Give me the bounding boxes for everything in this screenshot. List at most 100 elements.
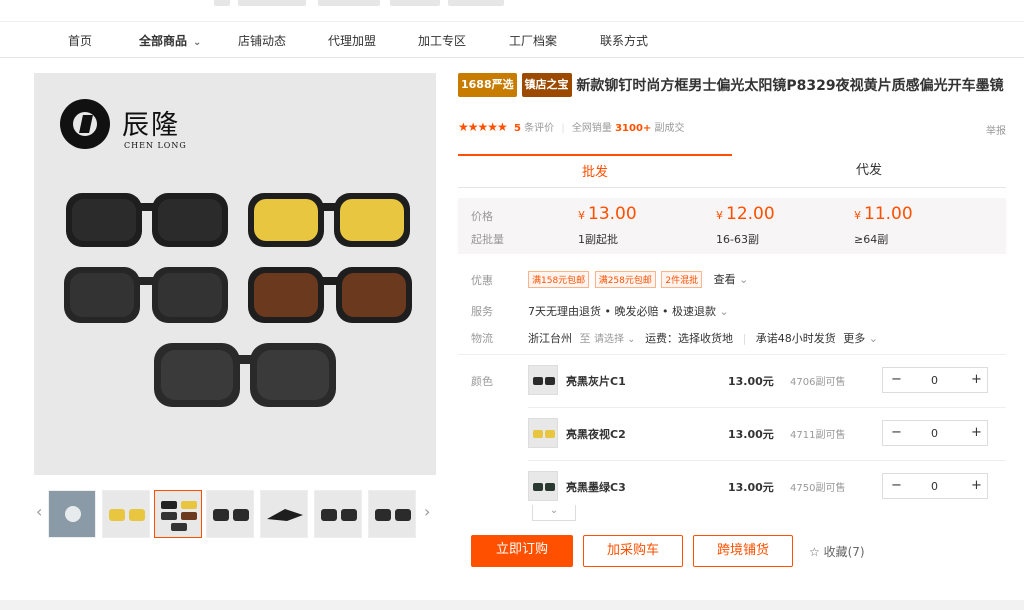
thumbnail-angle[interactable]: [260, 490, 308, 538]
tab-dropship[interactable]: 代发: [732, 154, 1006, 188]
top-link-placeholder[interactable]: [238, 0, 306, 6]
sku-stock: 4706副可售: [790, 377, 846, 388]
add-to-cart-button[interactable]: 加采购车: [583, 535, 683, 567]
minus-button[interactable]: −: [891, 425, 902, 440]
favorite-button[interactable]: ☆ 收藏(7): [809, 543, 865, 560]
destination-select[interactable]: 请选择 ⌄: [594, 334, 636, 345]
qty-tier-2: 16-63副: [716, 233, 759, 246]
logistics-row: 物流 浙江台州 至 请选择 ⌄ 运费：选择收货地 | 承诺48小时发货 更多 ⌄: [471, 332, 878, 345]
main-product-image[interactable]: 辰隆 CHEN LONG: [34, 73, 436, 475]
sku-name: 亮黑夜视C2: [566, 428, 626, 441]
top-strip: [0, 0, 1024, 22]
tab-wholesale[interactable]: 批发: [458, 154, 732, 188]
service-text[interactable]: 7天无理由退货 • 晚发必赔 • 极速退款 ⌄: [528, 303, 729, 319]
brand-name-en: CHEN LONG: [124, 141, 187, 150]
nav-home[interactable]: 首页: [68, 32, 92, 49]
sku-row: 亮黑灰片C1 13.00元 4706副可售 − 0 +: [528, 355, 1006, 408]
star-outline-icon: ☆: [809, 545, 820, 559]
thumbnail-black[interactable]: [206, 490, 254, 538]
product-title: 1688严选 镇店之宝 新款铆钉时尚方框男士偏光太阳镜P8329夜视黄片质感偏光…: [458, 73, 1006, 97]
quantity-stepper: − 0 +: [882, 473, 988, 499]
price-tier-2: ¥12.00: [716, 204, 775, 224]
play-icon: [65, 506, 81, 522]
quantity-stepper: − 0 +: [882, 367, 988, 393]
price-tier-3: ¥11.00: [854, 204, 913, 224]
logistics-more[interactable]: 更多 ⌄: [843, 332, 878, 345]
chevron-down-icon: ⌄: [735, 273, 749, 286]
color-label: 颜色: [471, 375, 493, 388]
nav-contact[interactable]: 联系方式: [600, 32, 648, 49]
sku-row: 亮黑墨绿C3 13.00元 4750副可售 − 0 +: [528, 461, 1006, 514]
price-label: 价格: [471, 210, 493, 223]
sunglasses-black-1: [66, 193, 228, 247]
to-label: 至: [579, 332, 591, 345]
freight-text: 运费：选择收货地: [645, 332, 734, 345]
brand-name-cn: 辰隆: [122, 110, 180, 141]
nav-factory[interactable]: 工厂档案: [509, 32, 557, 49]
minus-button[interactable]: −: [891, 372, 902, 387]
chevron-down-icon: ⌄: [549, 505, 559, 516]
sku-stock: 4711副可售: [790, 430, 846, 441]
quantity-value[interactable]: 0: [931, 374, 938, 387]
quantity-value[interactable]: 0: [931, 427, 938, 440]
plus-button[interactable]: +: [971, 425, 982, 440]
qty-tier-3: ≥64副: [854, 233, 889, 246]
sunglasses-brown: [248, 267, 412, 323]
report-link[interactable]: 举报: [986, 122, 1006, 137]
thumbnail-all-colors[interactable]: [154, 490, 202, 538]
nav-store-news[interactable]: 店铺动态: [238, 32, 286, 49]
nav-processing[interactable]: 加工专区: [418, 32, 466, 49]
brand-logo-icon: [60, 99, 110, 149]
promo-tag[interactable]: 2件混批: [661, 271, 703, 288]
promo-label: 优惠: [471, 274, 493, 287]
sku-thumbnail[interactable]: [528, 365, 558, 395]
chevron-down-icon: ⌄: [865, 332, 878, 345]
promo-tag[interactable]: 满158元包邮: [528, 271, 590, 288]
quantity-value[interactable]: 0: [931, 480, 938, 493]
thumbnail-black-3[interactable]: [368, 490, 416, 538]
chevron-right-icon[interactable]: ›: [424, 502, 430, 521]
promo-row: 优惠 满158元包邮 满258元包邮 2件混批 查看 ⌄: [458, 269, 1006, 289]
plus-button[interactable]: +: [971, 372, 982, 387]
sku-name: 亮黑灰片C1: [566, 375, 626, 388]
sku-price: 13.00元: [728, 375, 774, 388]
sku-list: 颜色 亮黑灰片C1 13.00元 4706副可售 − 0 + 亮黑夜视C2 13…: [458, 354, 1006, 512]
top-link-placeholder[interactable]: [214, 0, 230, 6]
rating-label[interactable]: 条评价: [524, 123, 554, 134]
top-link-placeholder[interactable]: [448, 0, 504, 6]
rating-row: ★★★★★ 5 条评价 | 全网销量 3100+ 副成交 举报: [458, 120, 1006, 137]
chevron-down-icon: ⌄: [193, 37, 202, 48]
thumbnail-yellow[interactable]: [102, 490, 150, 538]
sunglasses-product-photo: [64, 193, 412, 407]
trade-mode-tabs: 批发 代发: [458, 154, 1006, 188]
top-link-placeholder[interactable]: [318, 0, 380, 6]
sales-unit: 副成交: [654, 123, 685, 134]
store-nav: 首页 全部商品 ⌄ 店铺动态 代理加盟 加工专区 工厂档案 联系方式: [0, 22, 1024, 58]
thumbnail-video[interactable]: [48, 490, 96, 538]
nav-all-products-label: 全部商品: [139, 34, 188, 48]
plus-button[interactable]: +: [971, 478, 982, 493]
promo-tag[interactable]: 满258元包邮: [594, 271, 656, 288]
logistics-label: 物流: [471, 332, 493, 345]
minus-button[interactable]: −: [891, 478, 902, 493]
rating-count[interactable]: 5: [514, 123, 521, 134]
buy-now-button[interactable]: 立即订购: [471, 535, 573, 567]
promo-more[interactable]: 查看 ⌄: [714, 273, 749, 286]
chevron-down-icon: ⌄: [624, 334, 636, 345]
brand-logo: 辰隆 CHEN LONG: [60, 99, 200, 159]
thumbnail-black-2[interactable]: [314, 490, 362, 538]
sku-stock: 4750副可售: [790, 483, 846, 494]
cross-border-button[interactable]: 跨境铺货: [693, 535, 793, 567]
quantity-stepper: − 0 +: [882, 420, 988, 446]
chevron-left-icon[interactable]: ‹: [36, 502, 42, 521]
sku-price: 13.00元: [728, 428, 774, 441]
star-rating-icon: ★★★★★: [458, 120, 508, 134]
sku-name: 亮黑墨绿C3: [566, 481, 626, 494]
nav-agency[interactable]: 代理加盟: [328, 32, 376, 49]
sku-thumbnail[interactable]: [528, 418, 558, 448]
badge-yanxuan: 1688严选: [458, 73, 517, 97]
nav-all-products[interactable]: 全部商品 ⌄: [139, 32, 201, 49]
top-link-placeholder[interactable]: [390, 0, 440, 6]
sku-thumbnail[interactable]: [528, 471, 558, 501]
expand-sku-button[interactable]: ⌄: [532, 505, 576, 521]
